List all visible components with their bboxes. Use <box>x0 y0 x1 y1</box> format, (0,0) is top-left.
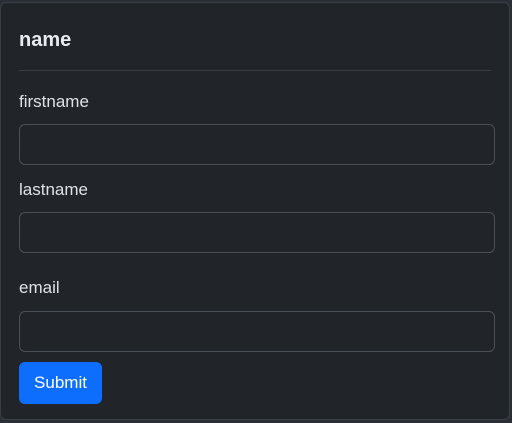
card-header: name <box>19 3 491 71</box>
form-card: name firstname lastname email Submit <box>0 2 510 420</box>
form-title: name <box>19 29 72 51</box>
lastname-label: lastname <box>19 180 88 199</box>
email-input[interactable] <box>19 311 495 352</box>
firstname-input[interactable] <box>19 124 495 165</box>
lastname-input[interactable] <box>19 212 495 253</box>
firstname-label: firstname <box>19 92 89 111</box>
submit-button[interactable]: Submit <box>19 362 102 404</box>
email-label: email <box>19 278 60 297</box>
